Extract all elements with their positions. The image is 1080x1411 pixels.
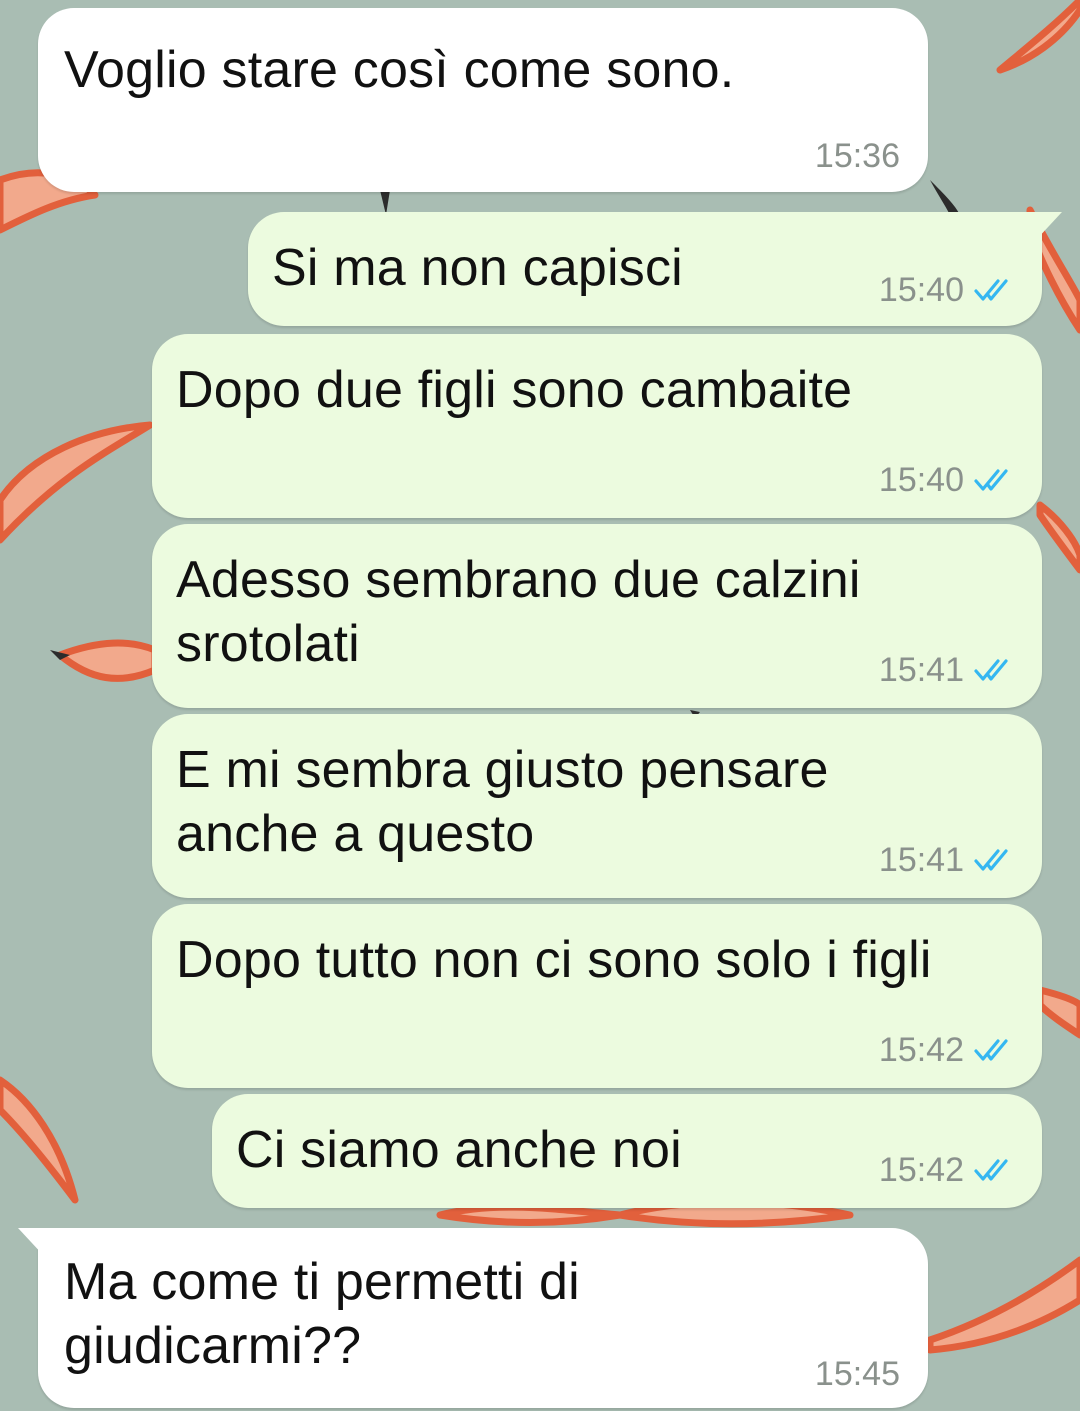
bubble-tail-outgoing xyxy=(1026,212,1062,240)
message-time: 15:45 xyxy=(814,1355,900,1393)
message-time: 15:41 xyxy=(878,841,964,879)
message-meta: 15:41 xyxy=(879,840,1018,880)
message-bubble-outgoing[interactable]: Adesso sembrano due calzini srotolati 15… xyxy=(152,524,1042,708)
message-text: E mi sembra giusto pensare anche a quest… xyxy=(176,741,829,863)
double-check-read-icon xyxy=(974,279,1008,301)
message-meta: 15:45 xyxy=(815,1354,900,1394)
double-check-read-icon xyxy=(974,659,1008,681)
message-text: Adesso sembrano due calzini srotolati xyxy=(176,551,861,673)
message-bubble-incoming[interactable]: Ma come ti permetti di giudicarmi?? 15:4… xyxy=(38,1228,928,1408)
message-text: Dopo tutto non ci sono solo i figli xyxy=(176,931,932,989)
message-text: Ma come ti permetti di giudicarmi?? xyxy=(64,1253,580,1375)
message-time: 15:36 xyxy=(814,137,900,175)
message-text: Ci siamo anche noi xyxy=(236,1121,682,1179)
message-time: 15:42 xyxy=(878,1031,964,1069)
message-meta: 15:42 xyxy=(879,1030,1018,1070)
message-bubble-outgoing[interactable]: Dopo due figli sono cambaite 15:40 xyxy=(152,334,1042,518)
message-time: 15:42 xyxy=(878,1151,964,1189)
message-text: Si ma non capisci xyxy=(272,239,683,297)
bubble-tail-incoming xyxy=(18,1228,54,1256)
message-text: Voglio stare così come sono. xyxy=(64,41,735,99)
message-text: Dopo due figli sono cambaite xyxy=(176,361,853,419)
message-meta: 15:40 xyxy=(879,270,1018,310)
double-check-read-icon xyxy=(974,469,1008,491)
message-meta: 15:36 xyxy=(815,136,900,176)
message-bubble-outgoing[interactable]: Dopo tutto non ci sono solo i figli 15:4… xyxy=(152,904,1042,1088)
message-meta: 15:42 xyxy=(879,1150,1018,1190)
message-meta: 15:41 xyxy=(879,650,1018,690)
message-bubble-outgoing[interactable]: Si ma non capisci 15:40 xyxy=(248,212,1042,326)
double-check-read-icon xyxy=(974,1039,1008,1061)
double-check-read-icon xyxy=(974,849,1008,871)
message-time: 15:40 xyxy=(878,461,964,499)
message-time: 15:41 xyxy=(878,651,964,689)
message-meta: 15:40 xyxy=(879,460,1018,500)
message-time: 15:40 xyxy=(878,271,964,309)
message-bubble-incoming[interactable]: Voglio stare così come sono. 15:36 xyxy=(38,8,928,192)
double-check-read-icon xyxy=(974,1159,1008,1181)
message-bubble-outgoing[interactable]: E mi sembra giusto pensare anche a quest… xyxy=(152,714,1042,898)
message-bubble-outgoing[interactable]: Ci siamo anche noi 15:42 xyxy=(212,1094,1042,1208)
